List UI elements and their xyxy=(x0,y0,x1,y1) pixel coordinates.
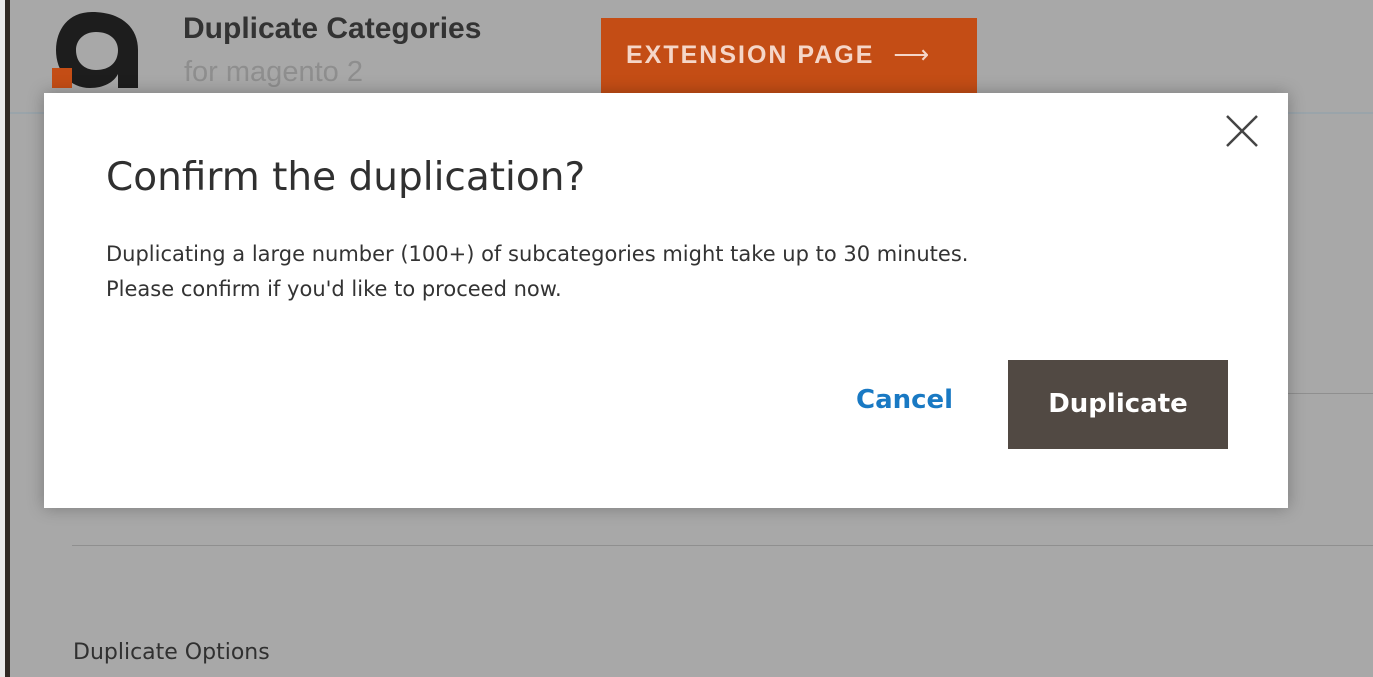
logo-accent-square xyxy=(52,68,72,88)
section-title-duplicate-options: Duplicate Options xyxy=(73,640,270,665)
modal-message: Duplicating a large number (100+) of sub… xyxy=(106,237,1236,307)
modal-message-line: Duplicating a large number (100+) of sub… xyxy=(106,242,969,266)
arrow-right-icon: ⟶ xyxy=(893,41,932,69)
section-divider xyxy=(1288,393,1373,394)
duplicate-button[interactable]: Duplicate xyxy=(1008,360,1228,449)
page: Duplicate Categories for magento 2 EXTEN… xyxy=(0,0,1373,677)
product-subtitle: for magento 2 xyxy=(184,56,363,88)
extension-page-label: EXTENSION PAGE xyxy=(626,41,875,69)
confirm-modal: Confirm the duplication? Duplicating a l… xyxy=(44,93,1288,508)
section-divider xyxy=(72,545,1373,546)
left-sidebar-edge xyxy=(5,0,10,677)
close-icon[interactable] xyxy=(1224,113,1260,149)
cancel-button[interactable]: Cancel xyxy=(856,385,953,415)
modal-message-line: Please confirm if you'd like to proceed … xyxy=(106,277,562,301)
extension-page-button[interactable]: EXTENSION PAGE ⟶ xyxy=(601,18,977,94)
modal-title: Confirm the duplication? xyxy=(106,155,586,200)
product-title: Duplicate Categories xyxy=(183,12,482,45)
